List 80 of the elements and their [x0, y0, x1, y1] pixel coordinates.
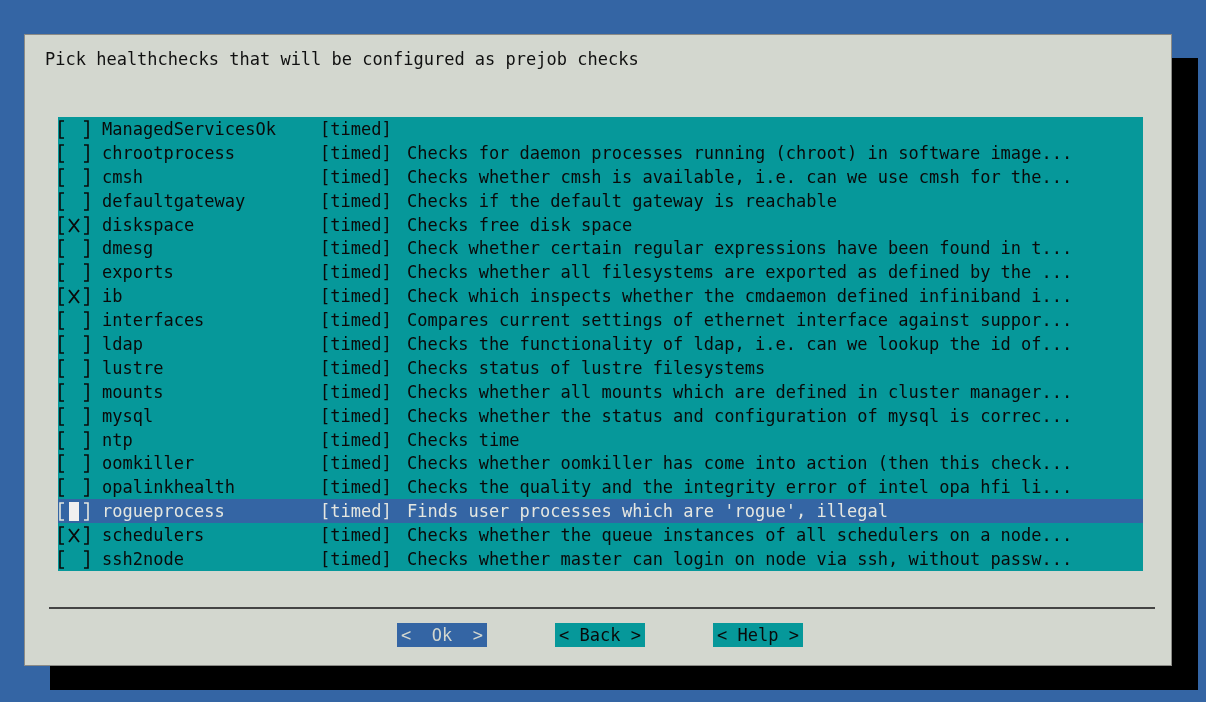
checkbox[interactable] [58, 476, 90, 499]
check-description: Finds user processes which are 'rogue', illegal [407, 500, 890, 524]
check-name: lustre [102, 356, 165, 380]
check-tag: [timed] [320, 499, 407, 524]
check-name: defaultgateway [102, 189, 247, 213]
dialog-button[interactable]: < Back > [555, 622, 645, 647]
check-description: Checks whether oomkiller has come into action (then this check... [407, 452, 1074, 476]
checkbox[interactable] [58, 500, 90, 523]
check-name: mysql [102, 404, 155, 428]
checkbox[interactable] [58, 165, 90, 188]
check-tag: [timed] [320, 379, 407, 404]
check-name: oomkiller [102, 452, 196, 476]
check-description: Checks whether the status and configuration of mysql is correc... [407, 404, 1074, 428]
check-tag: [timed] [320, 117, 407, 141]
check-name: dmesg [102, 237, 155, 261]
check-description: Checks for daemon processes running (chroot) in software image... [407, 141, 1074, 165]
check-description: Check which inspects whether the cmdaemon defined infiniband i... [407, 285, 1074, 309]
check-tag: [timed] [320, 355, 407, 380]
check-description: Checks time [407, 428, 521, 452]
checklist-row[interactable]: rogueprocess [timed] Finds user processes which are 'rogue', illegal [58, 499, 1143, 524]
check-name: exports [102, 261, 175, 285]
check-description: Checks if the default gateway is reachable [407, 189, 838, 213]
check-tag: [timed] [320, 451, 407, 476]
check-name: ntp [102, 428, 134, 452]
check-name: mounts [102, 380, 165, 404]
check-tag: [timed] [320, 284, 407, 309]
check-tag: [timed] [320, 140, 407, 165]
checkbox[interactable] [58, 380, 90, 403]
check-name: interfaces [102, 309, 206, 333]
checkbox[interactable] [58, 548, 90, 571]
check-name: ib [102, 285, 124, 309]
dialog-button[interactable]: < Ok > [397, 622, 487, 647]
check-tag: [timed] [320, 547, 407, 572]
check-name: chrootprocess [102, 141, 237, 165]
check-description: Checks whether the queue instances of all schedulers on a node... [407, 524, 1074, 548]
checkbox[interactable] [58, 452, 90, 475]
check-name: opalinkhealth [102, 476, 237, 500]
check-tag: [timed] [320, 308, 407, 333]
dialog-prompt: Pick healthchecks that will be configured as prejob checks [45, 48, 640, 71]
checkbox[interactable] [58, 309, 90, 332]
checkbox[interactable] [58, 524, 90, 547]
checkbox[interactable] [58, 118, 90, 140]
check-description: Check whether certain regular expressions have been found in t... [407, 237, 1074, 261]
check-tag: [timed] [320, 403, 407, 428]
checkbox[interactable] [58, 237, 90, 260]
check-tag: [timed] [320, 188, 407, 213]
checkbox[interactable] [58, 285, 90, 308]
check-description: Checks status of lustre filesystems [407, 356, 767, 380]
check-description: Checks the functionality of ldap, i.e. can we lookup the id of... [407, 333, 1074, 356]
checkbox[interactable] [58, 261, 90, 284]
checkbox[interactable] [58, 333, 90, 355]
check-tag: [timed] [320, 260, 407, 285]
check-name: ldap [102, 333, 144, 356]
check-description: Checks free disk space [407, 213, 634, 237]
checkbox[interactable] [58, 213, 90, 236]
checkbox[interactable] [58, 356, 90, 379]
check-name: diskspace [102, 213, 196, 237]
check-name: cmsh [102, 165, 144, 189]
check-tag: [timed] [320, 236, 407, 261]
checkbox[interactable] [58, 428, 90, 451]
check-tag: [timed] [320, 164, 407, 189]
check-description: Checks whether cmsh is available, i.e. can we use cmsh for the... [407, 165, 1074, 189]
check-tag: [timed] [320, 475, 407, 500]
check-tag: [timed] [320, 212, 407, 237]
check-description: Checks whether all filesystems are exported as defined by the ... [407, 261, 1074, 285]
check-tag: [timed] [320, 332, 407, 356]
check-name: ManagedServicesOk [102, 118, 277, 141]
check-name: schedulers [102, 524, 206, 548]
checkbox[interactable] [58, 141, 90, 164]
checkbox[interactable] [58, 189, 90, 212]
check-tag: [timed] [320, 523, 407, 548]
check-name: ssh2node [102, 548, 185, 572]
check-name: rogueprocess [102, 500, 226, 524]
check-description: Checks whether master can login on node via ssh, without passw... [407, 548, 1074, 572]
check-description: Checks whether all mounts which are defined in cluster manager... [407, 380, 1074, 404]
dialog-button[interactable]: < Help > [713, 622, 803, 647]
checkbox[interactable] [58, 404, 90, 427]
check-tag: [timed] [320, 427, 407, 452]
check-description: Checks the quality and the integrity error of intel opa hfi li... [407, 476, 1074, 500]
check-description: Compares current settings of ethernet interface against suppor... [407, 309, 1074, 333]
